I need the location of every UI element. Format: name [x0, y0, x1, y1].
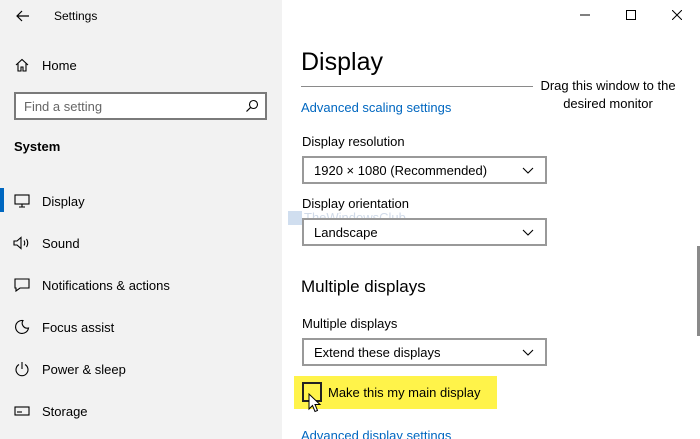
search-input[interactable]: [16, 94, 239, 118]
drag-hint-text: Drag this window to the desired monitor: [540, 78, 676, 111]
display-orientation-dropdown[interactable]: Landscape: [302, 218, 547, 246]
home-icon: [12, 55, 32, 75]
minimize-button[interactable]: [562, 0, 608, 30]
advanced-display-link[interactable]: Advanced display settings: [301, 428, 451, 439]
sidebar-item-label: Storage: [42, 403, 88, 419]
minimize-icon: [580, 14, 590, 16]
display-resolution-label: Display resolution: [302, 134, 405, 149]
sidebar-item-focus-assist[interactable]: Focus assist: [0, 306, 282, 348]
moon-icon: [12, 317, 32, 337]
display-orientation-label: Display orientation: [302, 196, 409, 211]
chevron-down-icon: [521, 165, 535, 175]
maximize-icon: [626, 10, 636, 20]
power-icon: [12, 359, 32, 379]
search-box: [14, 92, 267, 120]
watermark-logo-icon: [288, 210, 302, 225]
chevron-down-icon: [521, 347, 535, 357]
sidebar-item-sound[interactable]: Sound: [0, 222, 282, 264]
sidebar-item-label: Notifications & actions: [42, 277, 170, 293]
main-panel: Display Drag this window to the desired …: [282, 0, 700, 439]
window-controls: [562, 0, 700, 30]
multiple-displays-heading: Multiple displays: [301, 277, 426, 296]
advanced-scaling-link[interactable]: Advanced scaling settings: [301, 100, 451, 115]
back-button[interactable]: [6, 3, 40, 29]
title-bar: Settings: [0, 0, 282, 32]
notification-icon: [12, 275, 32, 295]
app-title: Settings: [54, 9, 98, 23]
dropdown-value: 1920 × 1080 (Recommended): [314, 162, 488, 178]
chevron-down-icon: [521, 227, 535, 237]
sidebar-item-display[interactable]: Display: [0, 180, 282, 222]
display-resolution-dropdown[interactable]: 1920 × 1080 (Recommended): [302, 156, 547, 184]
maximize-button[interactable]: [608, 0, 654, 30]
dropdown-value: Landscape: [314, 224, 378, 240]
multiple-displays-label: Multiple displays: [302, 316, 398, 331]
main-display-checkbox-row[interactable]: Make this my main display: [302, 382, 480, 402]
multiple-displays-dropdown[interactable]: Extend these displays: [302, 338, 547, 366]
section-heading: System: [14, 139, 61, 154]
main-display-checkbox-label: Make this my main display: [328, 384, 481, 400]
sidebar-item-label: Display: [42, 193, 85, 209]
dropdown-value: Extend these displays: [314, 344, 441, 360]
sidebar-item-label: Power & sleep: [42, 361, 126, 377]
sidebar-item-notifications[interactable]: Notifications & actions: [0, 264, 282, 306]
sidebar-nav: Display Sound Notifications & actions Fo…: [0, 180, 282, 432]
close-button[interactable]: [654, 0, 700, 30]
page-title: Display: [301, 48, 383, 76]
mouse-pointer-icon: [308, 393, 322, 413]
back-arrow-icon: [16, 10, 29, 22]
search-icon[interactable]: [239, 94, 265, 118]
sidebar-item-label: Focus assist: [42, 319, 115, 335]
sidebar-item-power-sleep[interactable]: Power & sleep: [0, 348, 282, 390]
speaker-icon: [12, 233, 32, 253]
close-icon: [672, 10, 682, 20]
sidebar-item-storage[interactable]: Storage: [0, 390, 282, 432]
sidebar: Settings Home System Displa: [0, 0, 282, 439]
sidebar-item-label: Sound: [42, 235, 80, 251]
monitor-icon: [12, 191, 32, 211]
sidebar-item-home[interactable]: Home: [0, 50, 282, 80]
identify-display-divider: [301, 86, 533, 87]
sidebar-item-label: Home: [42, 57, 77, 73]
storage-icon: [12, 401, 32, 421]
